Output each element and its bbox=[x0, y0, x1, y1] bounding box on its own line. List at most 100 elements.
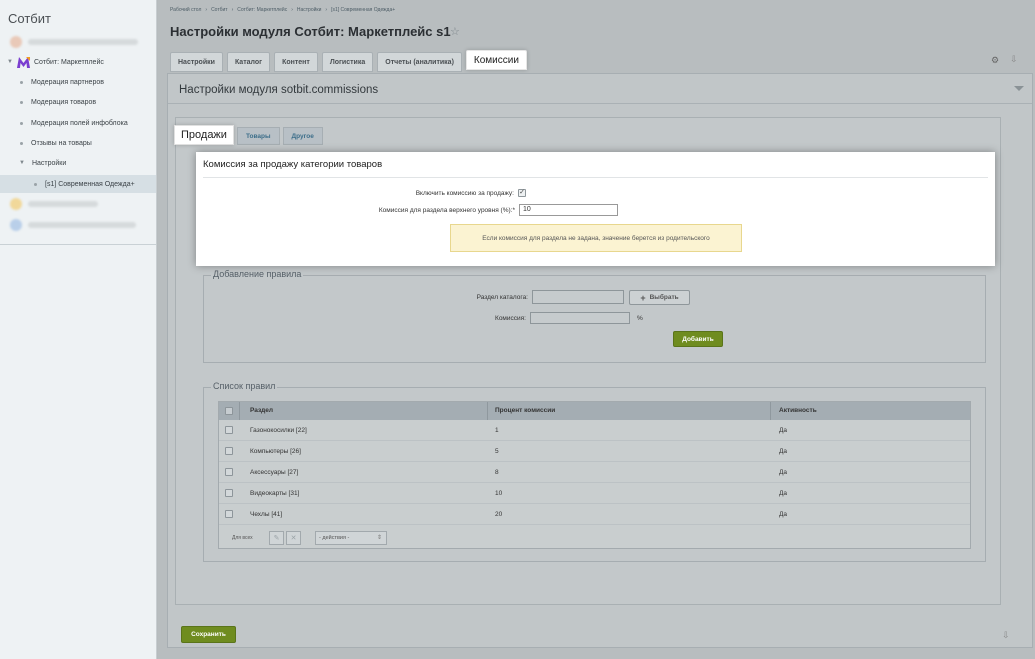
row-section: Газонокосилки [22] bbox=[250, 427, 307, 434]
row-active: Да bbox=[779, 490, 788, 497]
row-checkbox[interactable] bbox=[225, 489, 233, 497]
actions-select[interactable]: - действия - ⇕ bbox=[315, 531, 387, 545]
table-row[interactable]: Компьютеры [26] 5 Да bbox=[219, 441, 970, 462]
tab-settings[interactable]: Настройки bbox=[170, 52, 223, 72]
table-row[interactable]: Чехлы [41] 20 Да bbox=[219, 504, 970, 525]
row-section: Аксессуары [27] bbox=[250, 469, 299, 476]
collapse-icon[interactable] bbox=[1014, 86, 1024, 91]
table-footer: Для всех ✎ ✕ - действия - ⇕ bbox=[219, 526, 970, 550]
sidebar-item-site-s1[interactable]: [s1] Современная Одежда+ bbox=[0, 175, 156, 193]
section-input[interactable] bbox=[532, 290, 624, 304]
subtab-other[interactable]: Другое bbox=[282, 127, 323, 145]
breadcrumb-link[interactable]: Сотбит bbox=[211, 7, 228, 13]
row-percent: 8 bbox=[495, 469, 499, 476]
sidebar-blurred-item[interactable] bbox=[10, 35, 138, 49]
sidebar-item-label: [s1] Современная Одежда+ bbox=[45, 180, 135, 188]
row-active: Да bbox=[779, 511, 788, 518]
panel-title: Настройки модуля sotbit.commissions bbox=[179, 84, 379, 96]
actions-select-label: - действия - bbox=[319, 535, 350, 541]
tab-commissions[interactable]: Комиссии bbox=[465, 50, 527, 70]
breadcrumb-link[interactable]: Рабочий стол bbox=[170, 7, 201, 13]
sidebar-blurred-item[interactable] bbox=[10, 218, 136, 232]
row-active: Да bbox=[779, 427, 788, 434]
sidebar-item-moderation-products[interactable]: Модерация товаров bbox=[0, 93, 156, 111]
breadcrumb-separator: › bbox=[231, 7, 234, 13]
enable-commission-label: Включить комиссию за продажу: bbox=[415, 190, 514, 197]
tab-bar: Настройки Каталог Контент Логистика Отче… bbox=[170, 50, 527, 72]
breadcrumb-separator: › bbox=[325, 7, 328, 13]
select-section-button[interactable]: + Выбрать bbox=[629, 290, 690, 305]
star-icon[interactable]: ☆ bbox=[450, 25, 460, 38]
table-row[interactable]: Аксессуары [27] 8 Да bbox=[219, 462, 970, 483]
row-active: Да bbox=[779, 469, 788, 476]
subtab-products[interactable]: Товары bbox=[236, 127, 280, 145]
category-commission-card: Комиссия за продажу категории товаров Вк… bbox=[196, 152, 995, 266]
sidebar-divider bbox=[0, 244, 156, 245]
commission-input[interactable] bbox=[530, 312, 630, 324]
sidebar-item-settings[interactable]: ▼ Настройки bbox=[0, 154, 156, 172]
subtab-sales[interactable]: Продажи bbox=[174, 125, 234, 145]
add-rule-button[interactable]: Добавить bbox=[673, 331, 723, 347]
row-percent: 10 bbox=[495, 490, 503, 497]
section-label: Раздел каталога: bbox=[476, 294, 528, 301]
row-section: Чехлы [41] bbox=[250, 511, 283, 518]
subtab-bar: Продажи Товары Другое bbox=[174, 125, 323, 145]
row-percent: 5 bbox=[495, 448, 499, 455]
pin-icon[interactable]: ⇩ bbox=[1010, 54, 1018, 65]
breadcrumb-link[interactable]: Сотбит: Маркетплейс bbox=[237, 7, 287, 13]
sidebar-item-moderation-partners[interactable]: Модерация партнеров bbox=[0, 73, 156, 91]
tab-catalog[interactable]: Каталог bbox=[226, 52, 271, 72]
breadcrumb-link[interactable]: [s1] Современная Одежда+ bbox=[331, 7, 395, 13]
table-header: Раздел Процент комиссии Активность bbox=[219, 402, 970, 420]
plus-icon: + bbox=[640, 292, 646, 303]
tab-logistics[interactable]: Логистика bbox=[321, 52, 374, 72]
save-button[interactable]: Сохранить bbox=[181, 626, 236, 643]
row-checkbox[interactable] bbox=[225, 468, 233, 476]
select-button-label: Выбрать bbox=[649, 294, 679, 301]
panel-header: Настройки модуля sotbit.commissions bbox=[168, 74, 1032, 104]
table-row[interactable]: Видеокарты [31] 10 Да bbox=[219, 483, 970, 504]
enable-commission-checkbox[interactable]: ✓ bbox=[518, 189, 526, 197]
row-checkbox[interactable] bbox=[225, 447, 233, 455]
column-header[interactable]: Раздел bbox=[250, 407, 273, 414]
sidebar-item-marketplace[interactable]: ▼ Сотбит: Маркетплейс bbox=[0, 53, 156, 71]
sidebar-item-label: Сотбит: Маркетплейс bbox=[33, 58, 104, 66]
row-percent: 20 bbox=[495, 511, 503, 518]
column-header[interactable]: Активность bbox=[779, 407, 817, 414]
row-section: Видеокарты [31] bbox=[250, 490, 300, 497]
gear-icon[interactable]: ⚙ bbox=[991, 55, 999, 66]
page-title: Настройки модуля Сотбит: Маркетплейс s1 bbox=[170, 24, 451, 39]
table-row[interactable]: Газонокосилки [22] 1 Да bbox=[219, 420, 970, 441]
row-checkbox[interactable] bbox=[225, 426, 233, 434]
tab-reports[interactable]: Отчеты (аналитика) bbox=[377, 52, 462, 72]
footer-label: Для всех bbox=[232, 535, 253, 541]
breadcrumb-separator: › bbox=[291, 7, 293, 13]
row-section: Компьютеры [26] bbox=[250, 448, 301, 455]
tab-content[interactable]: Контент bbox=[274, 52, 318, 72]
sotbit-logo-icon bbox=[16, 56, 30, 68]
pin-icon[interactable]: ⇩ bbox=[1002, 630, 1010, 641]
sidebar-item-label: Модерация товаров bbox=[31, 98, 97, 106]
chevron-down-icon: ▼ bbox=[19, 160, 25, 166]
add-rule-legend: Добавление правила bbox=[211, 269, 304, 279]
delete-icon[interactable]: ✕ bbox=[286, 531, 301, 545]
top-level-commission-input[interactable]: 10 bbox=[519, 204, 618, 216]
select-all-checkbox[interactable] bbox=[225, 407, 233, 415]
chevron-down-icon: ▼ bbox=[7, 59, 13, 65]
sidebar-item-reviews[interactable]: Отзывы на товары bbox=[0, 134, 156, 152]
sidebar-blurred-item[interactable] bbox=[10, 197, 98, 211]
sidebar-item-moderation-fields[interactable]: Модерация полей инфоблока bbox=[0, 114, 156, 132]
sidebar-item-label: Настройки bbox=[31, 159, 67, 167]
rules-legend: Список правил bbox=[211, 381, 278, 391]
column-header[interactable]: Процент комиссии bbox=[495, 407, 555, 414]
edit-icon[interactable]: ✎ bbox=[269, 531, 284, 545]
sidebar-title: Сотбит bbox=[8, 11, 51, 26]
row-percent: 1 bbox=[495, 427, 499, 434]
row-checkbox[interactable] bbox=[225, 510, 233, 518]
breadcrumb: Рабочий стол › Сотбит › Сотбит: Маркетпл… bbox=[170, 7, 395, 13]
percent-sign: % bbox=[637, 315, 643, 322]
breadcrumb-link[interactable]: Настройки bbox=[297, 7, 322, 13]
sidebar-item-label: Модерация партнеров bbox=[31, 78, 104, 86]
sidebar-item-label: Отзывы на товары bbox=[31, 139, 92, 147]
sidebar: Сотбит ▼ Сотбит: Маркетплейс Модерация п… bbox=[0, 0, 157, 659]
